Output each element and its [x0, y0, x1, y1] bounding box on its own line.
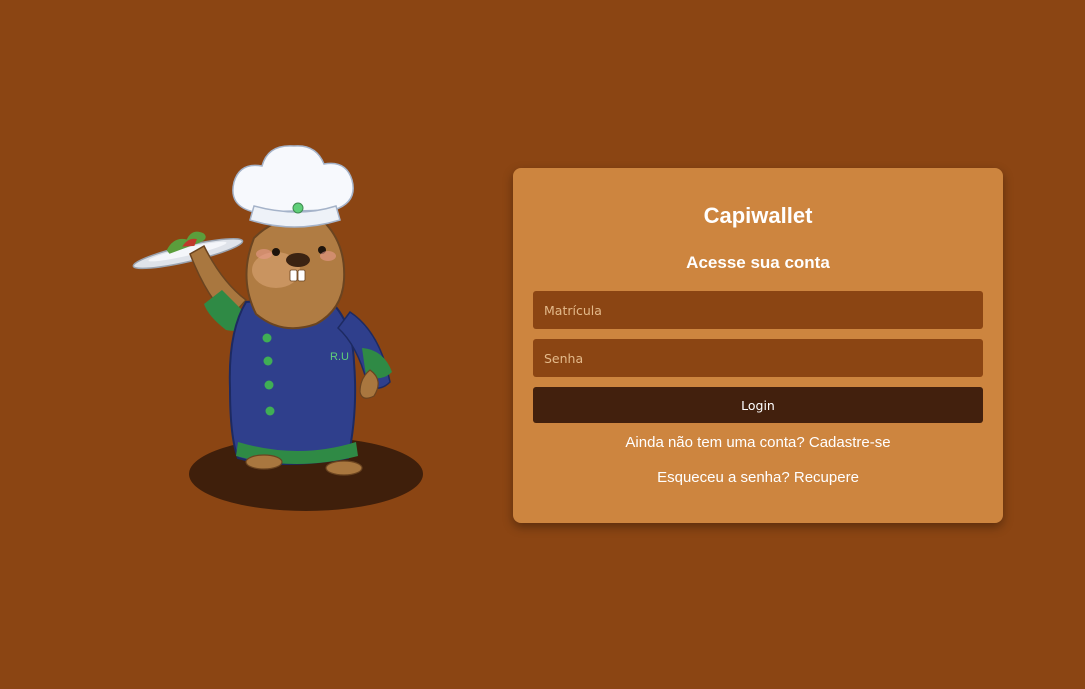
login-subtitle: Acesse sua conta [686, 253, 830, 272]
senha-input[interactable] [533, 339, 983, 377]
recover-password-link[interactable]: Esqueceu a senha? Recupere [513, 469, 1003, 486]
login-card: Capiwallet Acesse sua conta Login Ainda … [513, 168, 1003, 523]
app-title: Capiwallet [703, 203, 813, 228]
capybara-chef-image: R.U [126, 142, 426, 514]
matricula-input[interactable] [533, 291, 983, 329]
signup-link[interactable]: Ainda não tem uma conta? Cadastre-se [513, 434, 1003, 451]
jacket-text: R.U [330, 351, 349, 363]
login-button[interactable]: Login [533, 387, 983, 423]
